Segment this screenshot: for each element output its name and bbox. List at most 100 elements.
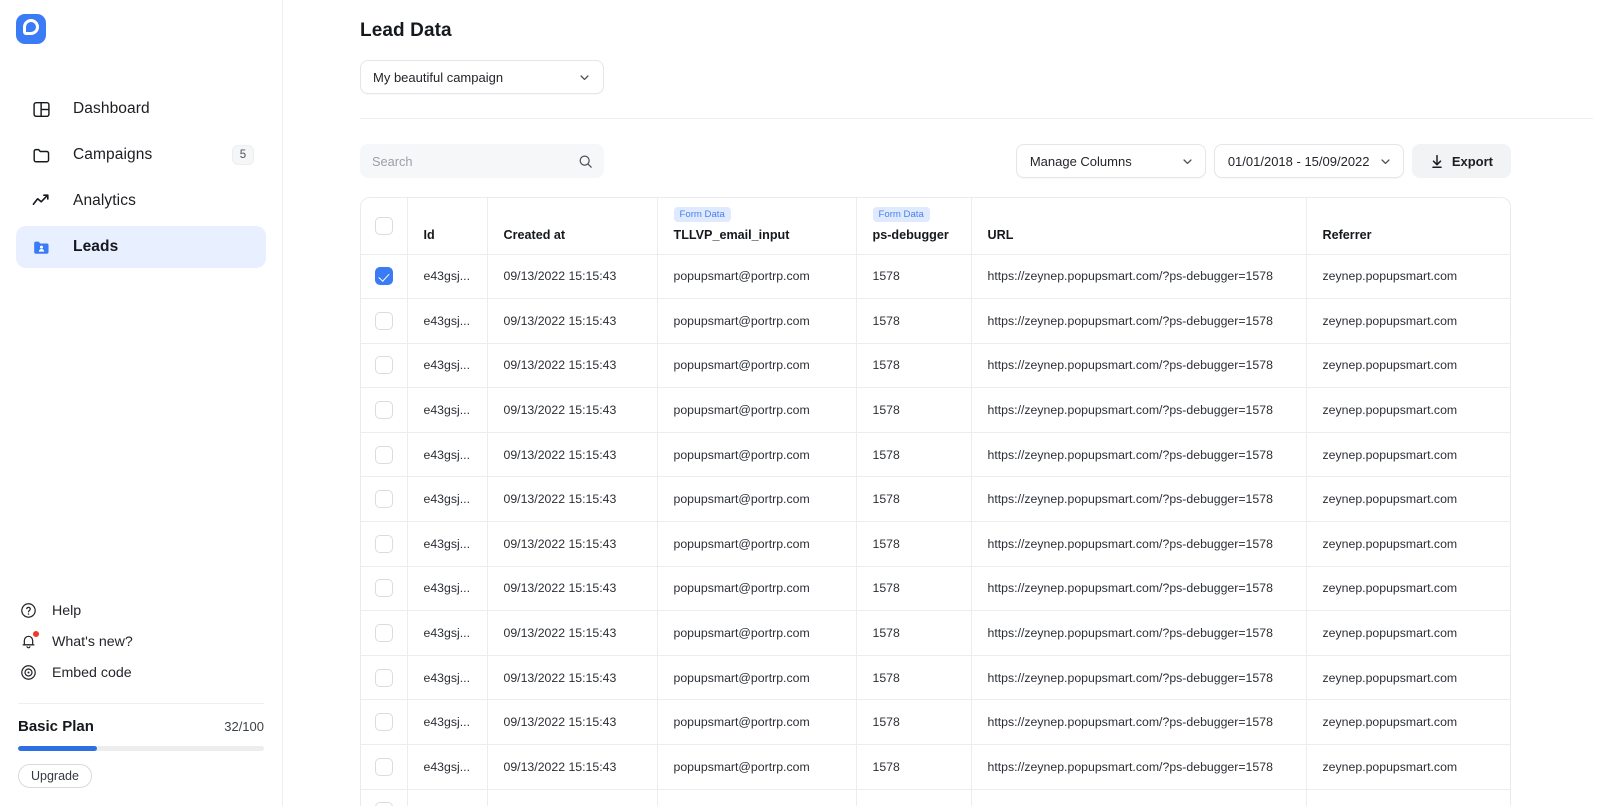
column-header-created-at[interactable]: Created at xyxy=(487,198,658,255)
table-row[interactable]: e43gsj...09/13/2022 15:15:43popupsmart@p… xyxy=(361,432,1510,478)
table-row[interactable]: e43gsj...09/13/2022 15:15:43popupsmart@p… xyxy=(361,254,1510,300)
row-select-cell xyxy=(361,476,408,523)
row-checkbox[interactable] xyxy=(374,534,393,553)
cell-referrer: zeynep.popupsmart.com xyxy=(1306,432,1510,478)
table-row[interactable]: e43gsj...09/13/2022 15:15:43popupsmart@p… xyxy=(361,699,1510,746)
export-button[interactable]: Export xyxy=(1411,144,1511,178)
manage-columns-select[interactable]: Manage Columns xyxy=(1015,144,1206,178)
table-row[interactable]: e43gsj...09/13/2022 15:15:43popupsmart@p… xyxy=(361,521,1510,567)
sidebar-item-dashboard[interactable]: Dashboard xyxy=(16,88,266,130)
row-select-cell xyxy=(361,254,408,300)
form-data-tag: Form Data xyxy=(673,206,731,222)
search-input[interactable]: Search xyxy=(360,144,604,178)
plan-progress-bar xyxy=(18,746,264,751)
sidebar-item-label: Help xyxy=(52,602,82,619)
row-checkbox[interactable] xyxy=(374,668,393,687)
row-select-cell xyxy=(361,610,408,656)
cell-url: https://zeynep.popupsmart.com/?ps-debugg… xyxy=(971,343,1307,389)
search-icon[interactable] xyxy=(578,154,593,169)
cell-created-at: 09/13/2022 15:15:43 xyxy=(487,655,658,701)
sidebar-item-help[interactable]: Help xyxy=(18,595,264,626)
chevron-down-icon xyxy=(1181,155,1194,168)
row-select-cell xyxy=(361,789,408,806)
cell-email: popupsmart@portrp.com xyxy=(657,789,857,806)
column-header-id[interactable]: Id xyxy=(407,198,488,255)
main-content: Lead Data My beautiful campaign Search M… xyxy=(283,0,1600,806)
cell-ps-debugger: 1578 xyxy=(856,566,972,612)
row-checkbox[interactable] xyxy=(374,490,393,509)
row-checkbox[interactable] xyxy=(374,445,393,464)
cell-created-at: 09/13/2022 15:15:43 xyxy=(487,744,658,790)
column-header-url[interactable]: URL xyxy=(971,198,1307,255)
table-row[interactable]: e43gsj...09/13/2022 15:15:43popupsmart@p… xyxy=(361,610,1510,656)
campaign-select[interactable]: My beautiful campaign xyxy=(360,60,604,94)
column-header-ps-debugger[interactable]: Form Data ps-debugger xyxy=(856,198,972,255)
row-checkbox[interactable] xyxy=(374,624,393,643)
page-title: Lead Data xyxy=(360,20,452,41)
table-row[interactable]: e43gsj...09/13/2022 15:15:43popupsmart@p… xyxy=(361,298,1510,344)
cell-id: e43gsj... xyxy=(407,432,488,478)
row-checkbox[interactable] xyxy=(374,267,393,286)
select-all-checkbox[interactable] xyxy=(374,216,393,235)
popupsmart-logo-icon[interactable] xyxy=(16,14,46,44)
date-range-select[interactable]: 01/01/2018 - 15/09/2022 xyxy=(1213,144,1404,178)
sidebar-item-label: Embed code xyxy=(52,664,132,681)
cell-created-at: 09/13/2022 15:15:43 xyxy=(487,254,658,300)
row-checkbox[interactable] xyxy=(374,713,393,732)
cell-id: e43gsj... xyxy=(407,343,488,389)
cell-referrer: zeynep.popupsmart.com xyxy=(1306,744,1510,790)
cell-email: popupsmart@portrp.com xyxy=(657,699,857,746)
cell-email: popupsmart@portrp.com xyxy=(657,387,857,433)
table-row[interactable]: e43gsj...09/13/2022 15:15:43popupsmart@p… xyxy=(361,343,1510,389)
header-divider xyxy=(360,118,1593,119)
row-checkbox[interactable] xyxy=(374,356,393,375)
table-row[interactable]: e43gsj...09/13/2022 15:15:43popupsmart@p… xyxy=(361,387,1510,433)
select-all-header xyxy=(361,198,408,255)
cell-url: https://zeynep.popupsmart.com/?ps-debugg… xyxy=(971,254,1307,300)
form-data-tag: Form Data xyxy=(872,206,930,222)
column-label: Created at xyxy=(503,227,566,242)
row-checkbox[interactable] xyxy=(374,757,393,776)
folder-icon xyxy=(30,144,52,166)
cell-created-at: 09/13/2022 15:15:43 xyxy=(487,566,658,612)
table-row[interactable]: e43gsj...09/13/2022 15:15:43popupsmart@p… xyxy=(361,789,1510,806)
broadcast-icon xyxy=(18,663,38,683)
cell-url: https://zeynep.popupsmart.com/?ps-debugg… xyxy=(971,789,1307,806)
sidebar-item-analytics[interactable]: Analytics xyxy=(16,180,266,222)
sidebar-item-label: What's new? xyxy=(52,633,133,650)
sidebar-item-leads[interactable]: Leads xyxy=(16,226,266,268)
search-placeholder: Search xyxy=(372,153,413,169)
table-row[interactable]: e43gsj...09/13/2022 15:15:43popupsmart@p… xyxy=(361,566,1510,612)
row-select-cell xyxy=(361,343,408,389)
cell-email: popupsmart@portrp.com xyxy=(657,610,857,656)
sidebar-item-label: Analytics xyxy=(73,192,136,209)
sidebar-item-campaigns[interactable]: Campaigns 5 xyxy=(16,134,266,176)
cell-url: https://zeynep.popupsmart.com/?ps-debugg… xyxy=(971,610,1307,656)
campaigns-count-badge: 5 xyxy=(232,145,254,165)
column-header-referrer[interactable]: Referrer xyxy=(1306,198,1510,255)
cell-id: e43gsj... xyxy=(407,254,488,300)
row-checkbox[interactable] xyxy=(374,401,393,420)
sidebar-item-whats-new[interactable]: What's new? xyxy=(18,626,264,657)
table-row[interactable]: e43gsj...09/13/2022 15:15:43popupsmart@p… xyxy=(361,476,1510,523)
cell-referrer: zeynep.popupsmart.com xyxy=(1306,566,1510,612)
column-header-email[interactable]: Form Data TLLVP_email_input xyxy=(657,198,857,255)
sidebar-item-embed-code[interactable]: Embed code xyxy=(18,657,264,688)
row-checkbox[interactable] xyxy=(374,579,393,598)
upgrade-button[interactable]: Upgrade xyxy=(18,764,92,788)
table-row[interactable]: e43gsj...09/13/2022 15:15:43popupsmart@p… xyxy=(361,655,1510,701)
cell-email: popupsmart@portrp.com xyxy=(657,744,857,790)
cell-referrer: zeynep.popupsmart.com xyxy=(1306,789,1510,806)
sidebar-item-label: Campaigns xyxy=(73,146,153,163)
row-checkbox[interactable] xyxy=(374,802,393,806)
row-checkbox[interactable] xyxy=(374,311,393,330)
cell-created-at: 09/13/2022 15:15:43 xyxy=(487,387,658,433)
cell-ps-debugger: 1578 xyxy=(856,789,972,806)
cell-email: popupsmart@portrp.com xyxy=(657,566,857,612)
table-row[interactable]: e43gsj...09/13/2022 15:15:43popupsmart@p… xyxy=(361,744,1510,790)
cell-id: e43gsj... xyxy=(407,476,488,523)
cell-ps-debugger: 1578 xyxy=(856,610,972,656)
campaign-select-value: My beautiful campaign xyxy=(373,69,504,85)
manage-columns-value: Manage Columns xyxy=(1029,153,1132,169)
table-body: e43gsj... 09/13/2022 15:15:43 popupsmart@p… xyxy=(361,254,1510,806)
